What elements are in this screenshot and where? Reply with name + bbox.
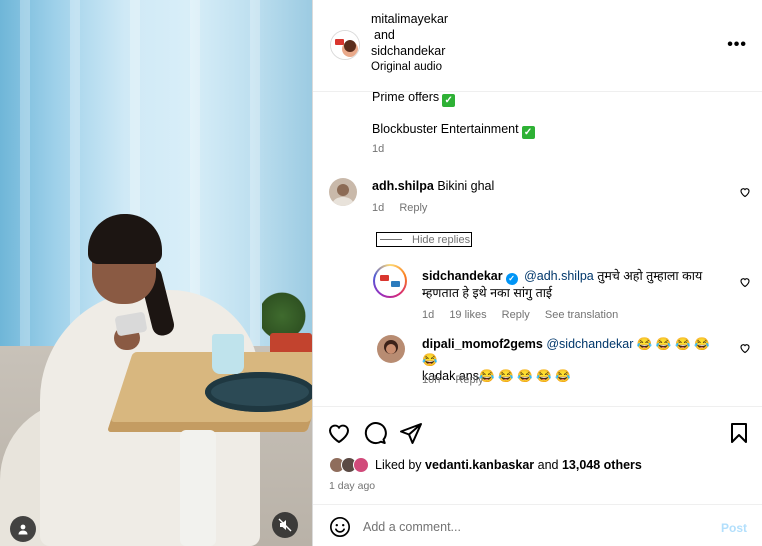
person-hair [88, 214, 162, 264]
replies-divider [380, 239, 402, 240]
reply-like-icon[interactable] [739, 342, 751, 354]
avatar-image [380, 275, 400, 287]
comment-meta: 1d Reply [372, 202, 439, 214]
comment: adh.shilpa Bikini ghal [372, 179, 494, 193]
table-leg [180, 430, 216, 546]
reply-button[interactable]: Reply [502, 309, 530, 321]
post-button[interactable]: Post [721, 521, 747, 535]
audio-link[interactable]: Original audio [371, 59, 448, 75]
post-authors: mitalimayekar and sidchandekar Original … [371, 11, 448, 75]
author-username-1[interactable]: mitalimayekar [371, 11, 448, 27]
cup [212, 334, 244, 374]
curtain-fold [250, 0, 260, 360]
commenter-avatar[interactable] [329, 178, 357, 206]
hide-replies-button[interactable]: Hide replies [376, 232, 472, 247]
reply-mention[interactable]: @adh.shilpa [524, 269, 594, 283]
reply-meta: 10h Reply [422, 374, 496, 386]
authors-joiner: and [374, 28, 395, 42]
reply-time[interactable]: 1d [422, 309, 434, 321]
reply-meta: 1d 19 likes Reply See translation [422, 309, 630, 321]
see-translation-button[interactable]: See translation [545, 309, 618, 321]
avatar-image [332, 184, 354, 206]
author-username-2[interactable]: sidchandekar [371, 43, 448, 59]
caption-line: Blockbuster Entertainment ✓ [372, 122, 535, 139]
comment-icon[interactable] [363, 421, 387, 445]
reply-avatar-story-ring[interactable] [373, 264, 407, 298]
reply-username[interactable]: dipali_momof2gems [422, 337, 543, 351]
check-icon: ✓ [442, 94, 456, 107]
caption-line: Prime offers ✓ [372, 92, 456, 107]
post-header: mitalimayekar and sidchandekar Original … [313, 0, 762, 92]
comment-composer: Post [313, 504, 762, 546]
reply-avatar [375, 266, 405, 296]
avatar-image [384, 340, 398, 354]
user-tag-button[interactable] [10, 516, 36, 542]
post-details-panel: mitalimayekar and sidchandekar Original … [312, 0, 762, 546]
liked-by-and: and [537, 458, 559, 472]
user-tag-icon [18, 524, 28, 535]
comment-time[interactable]: 1d [372, 202, 384, 214]
comment-input[interactable] [363, 516, 693, 538]
liker-avatar [353, 457, 369, 473]
reply: sidchandekar ✓ @adh.shilpa तुमचे अहो तुम्… [422, 268, 722, 301]
liker-avatars [329, 457, 369, 473]
plate [205, 372, 312, 412]
heart-icon[interactable] [327, 421, 351, 445]
reply-like-icon[interactable] [739, 276, 751, 288]
share-icon[interactable] [399, 421, 423, 445]
comment-username[interactable]: adh.shilpa [372, 179, 434, 193]
bookmark-icon[interactable] [727, 421, 751, 445]
reply-time[interactable]: 10h [422, 374, 440, 386]
curtain-fold [20, 0, 30, 360]
check-icon: ✓ [521, 126, 535, 139]
comment-text: Bikini ghal [437, 179, 495, 193]
likes-summary: Liked by vedanti.kanbaskar and 13,048 ot… [329, 457, 642, 473]
caption-time: 1d [372, 143, 385, 155]
reply-button[interactable]: Reply [399, 202, 427, 214]
emoji-icon[interactable] [329, 516, 351, 538]
verified-badge-icon: ✓ [505, 273, 518, 285]
reply-username[interactable]: sidchandekar [422, 269, 503, 283]
reply-avatar[interactable] [377, 335, 405, 363]
reply-mention[interactable]: @sidchandekar [546, 337, 633, 351]
hide-replies-label: Hide replies [412, 233, 471, 246]
reply-likes[interactable]: 19 likes [449, 309, 486, 321]
liked-by-count[interactable]: 13,048 others [562, 458, 642, 472]
caption-text: Prime offers [372, 92, 440, 104]
caption-text: Blockbuster Entertainment [372, 122, 519, 136]
more-options-button[interactable]: ••• [727, 36, 747, 54]
more-icon: ••• [727, 36, 747, 53]
avatar-image [331, 31, 359, 59]
liked-by-prefix: Liked by [375, 458, 422, 472]
curtain-fold [70, 0, 80, 360]
liked-by-user[interactable]: vedanti.kanbaskar [425, 458, 534, 472]
comments-list[interactable]: Prime offers ✓ Blockbuster Entertainment ✓… [313, 92, 762, 406]
author-avatar[interactable] [330, 30, 360, 60]
reply-button[interactable]: Reply [455, 374, 483, 386]
muted-speaker-icon [278, 518, 292, 532]
mute-button[interactable] [272, 512, 298, 538]
post-actions: Liked by vedanti.kanbaskar and 13,048 ot… [313, 406, 762, 504]
comment-like-icon[interactable] [739, 186, 751, 198]
post-media[interactable] [0, 0, 312, 546]
post-time[interactable]: 1 day ago [329, 480, 375, 492]
